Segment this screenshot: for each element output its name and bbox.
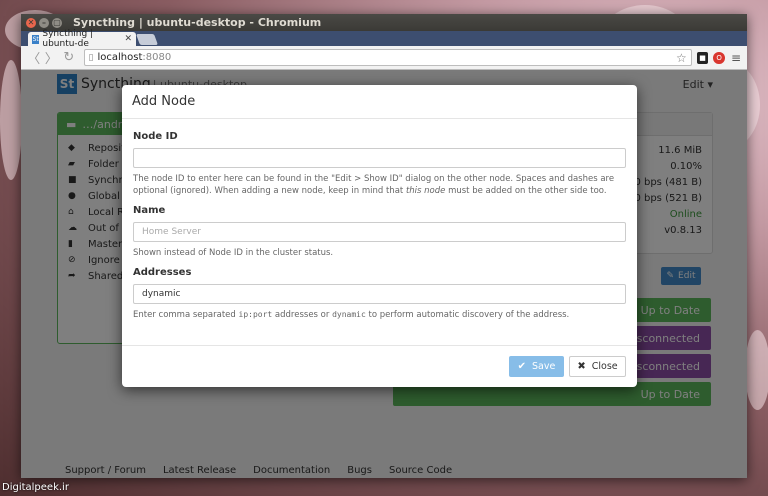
check-icon: ✔ [517, 361, 527, 372]
browser-tab[interactable]: St Syncthing | ubuntu-de ✕ [28, 29, 136, 49]
name-label: Name [133, 205, 166, 216]
window-maximize-icon[interactable]: ▢ [52, 17, 62, 28]
node-id-input[interactable] [133, 148, 626, 168]
node-id-group: Node ID The node ID to enter here can be… [133, 131, 626, 197]
tab-strip: St Syncthing | ubuntu-de ✕ [21, 29, 747, 49]
add-node-dialog: Add Node Node ID The node ID to enter he… [122, 85, 637, 387]
address-host: localhost [97, 52, 143, 63]
addresses-help: Enter comma separated ip:port addresses … [133, 310, 570, 320]
back-icon[interactable]: 〈 [27, 48, 41, 67]
addresses-input[interactable] [133, 284, 626, 304]
tab-close-icon[interactable]: ✕ [124, 34, 132, 44]
node-id-help: The node ID to enter here can be found i… [133, 174, 615, 196]
address-bar[interactable]: ▯ localhost:8080 ☆ [83, 49, 692, 66]
name-help: Shown instead of Node ID in the cluster … [133, 248, 334, 258]
window-close-icon[interactable]: ✕ [26, 17, 36, 28]
addresses-label: Addresses [133, 267, 192, 278]
tab-title: Syncthing | ubuntu-de [42, 29, 94, 49]
close-icon: ✖ [577, 361, 586, 372]
name-group: Name Shown instead of Node ID in the clu… [133, 205, 626, 259]
dialog-body: Node ID The node ID to enter here can be… [122, 119, 637, 321]
window-minimize-icon[interactable]: – [39, 17, 49, 28]
syncthing-favicon-icon: St [32, 34, 40, 44]
window-title: Syncthing | ubuntu-desktop - Chromium [73, 16, 322, 29]
close-label: Close [591, 361, 618, 372]
close-button[interactable]: ✖ Close [569, 356, 626, 377]
name-input[interactable] [133, 222, 626, 242]
node-id-label: Node ID [133, 131, 178, 142]
dialog-footer: ✔ Save ✖ Close [122, 345, 637, 387]
dialog-title: Add Node [122, 85, 637, 119]
addresses-group: Addresses Enter comma separated ip:port … [133, 267, 626, 321]
save-button[interactable]: ✔ Save [509, 356, 564, 377]
new-tab-button[interactable] [135, 34, 159, 45]
browser-toolbar: 〈 〉 ↻ ▯ localhost:8080 ☆ ■ O ≡ [21, 46, 747, 70]
window-titlebar: ✕ – ▢ Syncthing | ubuntu-desktop - Chrom… [21, 14, 747, 31]
forward-icon[interactable]: 〉 [45, 48, 59, 67]
address-port: :8080 [142, 52, 172, 63]
page-icon: ▯ [88, 52, 94, 63]
reload-icon[interactable]: ↻ [62, 50, 76, 65]
bookmark-star-icon[interactable]: ☆ [676, 51, 687, 65]
menu-icon[interactable]: ≡ [731, 51, 741, 65]
save-label: Save [532, 361, 556, 372]
opera-extension-icon[interactable]: O [713, 51, 725, 64]
wallpaper-blossom [0, 60, 22, 180]
wallpaper-blossom [745, 330, 768, 410]
extension-icon[interactable]: ■ [696, 51, 709, 64]
watermark: Digitalpeek.ir [2, 482, 69, 493]
